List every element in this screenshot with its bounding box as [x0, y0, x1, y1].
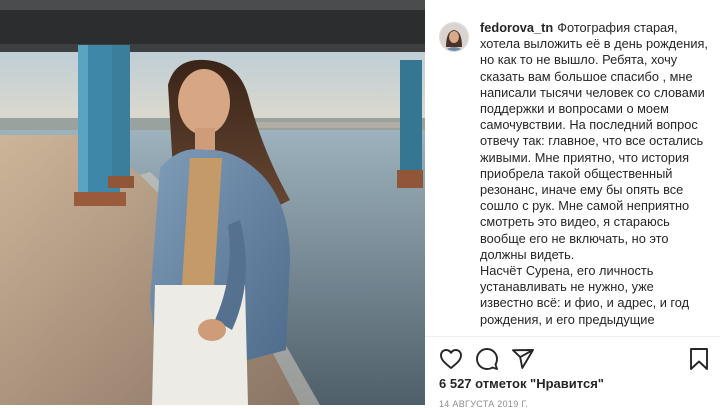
bookmark-icon[interactable]	[687, 347, 711, 371]
comments-area[interactable]: fedorova_tn Фотография старая, хотела выл…	[439, 20, 709, 335]
divider	[425, 336, 720, 337]
action-bar	[439, 347, 709, 373]
likes-count[interactable]: 6 527 отметок "Нравится"	[439, 376, 604, 391]
photo-image	[0, 0, 425, 405]
heart-icon[interactable]	[439, 347, 463, 371]
avatar[interactable]	[439, 22, 469, 52]
post-panel: fedorova_tn Фотография старая, хотела выл…	[425, 0, 720, 409]
post-date[interactable]: 14 АВГУСТА 2019 Г.	[439, 399, 528, 409]
author-username[interactable]: fedorova_tn	[480, 20, 553, 35]
caption-text: Фотография старая, хотела выложить её в …	[480, 20, 708, 262]
post-photo[interactable]	[0, 0, 425, 405]
caption-text-2: Насчёт Сурена, его личность устанавливат…	[480, 263, 690, 327]
post-caption: fedorova_tn Фотография старая, хотела выл…	[480, 20, 709, 328]
share-icon[interactable]	[511, 347, 535, 371]
comment-icon[interactable]	[475, 347, 499, 371]
